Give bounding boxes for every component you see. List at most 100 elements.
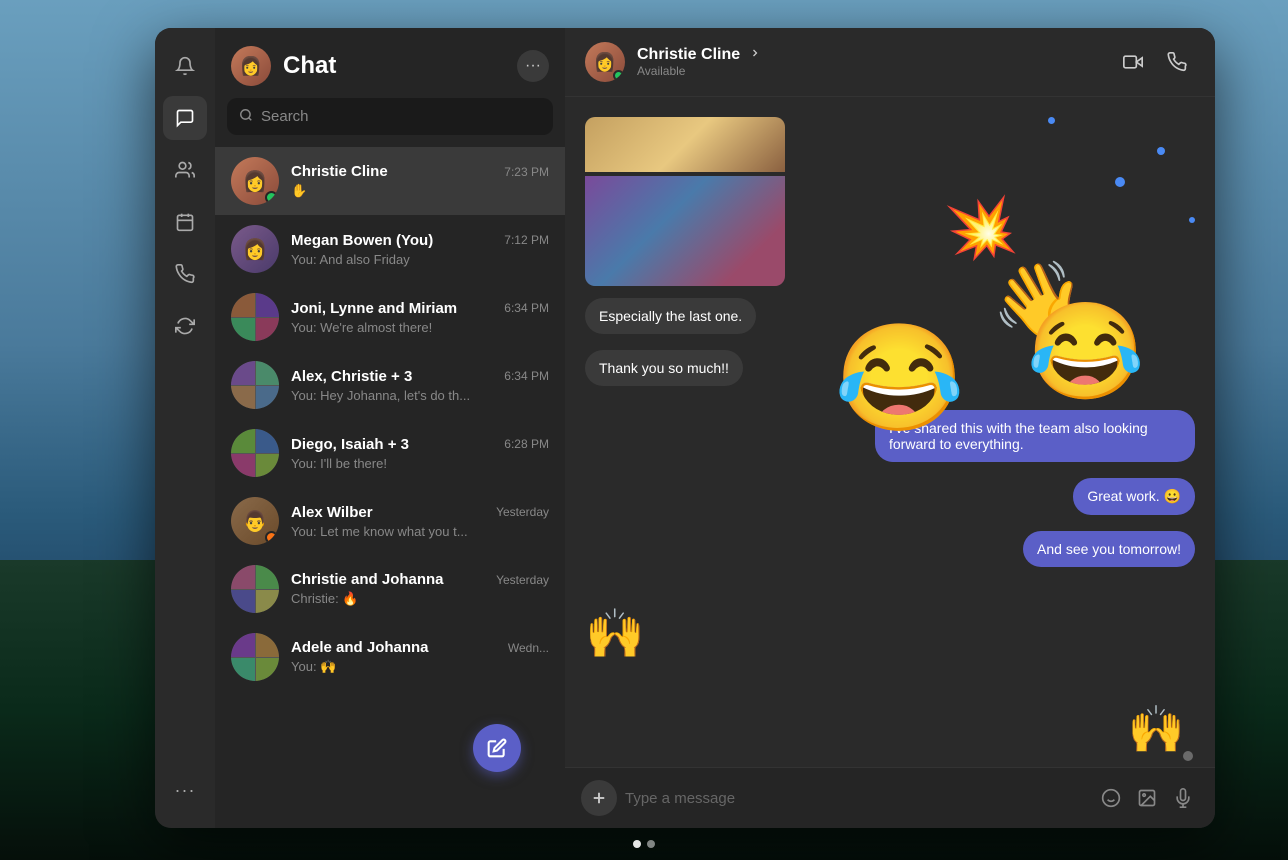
microphone-button[interactable] bbox=[1167, 782, 1199, 814]
chat-preview: You: I'll be there! bbox=[291, 456, 549, 471]
chat-time: 6:28 PM bbox=[504, 437, 549, 451]
message-bubble-wrapper: And see you tomorrow! bbox=[1023, 531, 1195, 575]
chat-time: 6:34 PM bbox=[504, 301, 549, 315]
input-actions bbox=[1095, 782, 1199, 814]
chat-info: Christie and Johanna Yesterday Christie:… bbox=[291, 571, 549, 607]
message-bubble-wrapper: I've shared this with the team also look… bbox=[875, 410, 1195, 470]
online-indicator bbox=[613, 70, 624, 81]
chat-preview: You: We're almost there! bbox=[291, 320, 549, 335]
chat-info: Alex Wilber Yesterday You: Let me know w… bbox=[291, 504, 549, 539]
message-input[interactable] bbox=[625, 782, 1087, 815]
wave-mini-emoji: 🙌 bbox=[1128, 702, 1185, 757]
search-icon bbox=[239, 108, 253, 125]
indicator-dot-active bbox=[633, 840, 641, 848]
indicator-dot-small bbox=[1183, 751, 1193, 761]
chat-window: 👩 Christie Cline Available bbox=[565, 28, 1215, 828]
bottom-indicator bbox=[633, 840, 655, 848]
chat-preview: Christie: 🔥 bbox=[291, 591, 549, 607]
message-bubble-wrapper: Especially the last one. bbox=[585, 298, 756, 342]
image-top bbox=[585, 117, 785, 172]
chat-header-avatar: 👩 bbox=[585, 42, 625, 82]
sidebar-item-calendar[interactable] bbox=[163, 200, 207, 244]
chat-preview: You: Hey Johanna, let's do th... bbox=[291, 388, 549, 403]
chat-preview: ✋ bbox=[291, 183, 549, 199]
app-window: ··· 👩 Chat ··· 👩 bbox=[155, 28, 1215, 828]
list-item[interactable]: Alex, Christie + 3 6:34 PM You: Hey Joha… bbox=[215, 351, 565, 419]
message-bubble-wrapper: Thank you so much!! bbox=[585, 350, 743, 394]
sidebar-item-phone[interactable] bbox=[163, 252, 207, 296]
avatar: 👩 bbox=[231, 225, 279, 273]
list-item[interactable]: 👩 Christie Cline 7:23 PM ✋ bbox=[215, 147, 565, 215]
chat-name: Adele and Johanna bbox=[291, 639, 429, 656]
add-attachment-button[interactable] bbox=[581, 780, 617, 816]
sidebar-item-more[interactable]: ··· bbox=[163, 768, 207, 812]
chat-name: Christie and Johanna bbox=[291, 571, 444, 588]
image-bottom bbox=[585, 176, 785, 286]
message-bubble: Especially the last one. bbox=[585, 298, 756, 334]
emoji-reaction: 🙌 bbox=[585, 605, 645, 662]
search-bar[interactable] bbox=[227, 98, 553, 135]
messages-column: Especially the last one. Thank you so mu… bbox=[585, 117, 1195, 662]
chat-list-panel: 👩 Chat ··· 👩 bbox=[215, 28, 565, 828]
chat-header: 👩 Christie Cline Available bbox=[565, 28, 1215, 97]
sidebar-item-bell[interactable] bbox=[163, 44, 207, 88]
chat-preview: You: Let me know what you t... bbox=[291, 524, 549, 539]
list-item[interactable]: Diego, Isaiah + 3 6:28 PM You: I'll be t… bbox=[215, 419, 565, 487]
chat-name: Alex Wilber bbox=[291, 504, 373, 521]
page-title: Chat bbox=[283, 52, 505, 80]
message-bubble: Thank you so much!! bbox=[585, 350, 743, 386]
avatar bbox=[231, 565, 279, 613]
list-item[interactable]: Christie and Johanna Yesterday Christie:… bbox=[215, 555, 565, 623]
chat-header-status: Available bbox=[637, 64, 1103, 78]
list-item[interactable]: 👨 Alex Wilber Yesterday You: Let me know… bbox=[215, 487, 565, 555]
list-item[interactable]: 👩 Megan Bowen (You) 7:12 PM You: And als… bbox=[215, 215, 565, 283]
avatar: 👨 bbox=[231, 497, 279, 545]
more-options-button[interactable]: ··· bbox=[517, 50, 549, 82]
chat-time: 7:23 PM bbox=[504, 165, 549, 179]
message-bubble-wrapper: Great work. 😀 bbox=[1073, 478, 1195, 523]
chat-info: Diego, Isaiah + 3 6:28 PM You: I'll be t… bbox=[291, 436, 549, 471]
chat-info: Christie Cline 7:23 PM ✋ bbox=[291, 163, 549, 199]
chat-header-name[interactable]: Christie Cline bbox=[637, 46, 1103, 64]
chat-list-header: 👩 Chat ··· bbox=[215, 28, 565, 98]
chat-preview: You: 🙌 bbox=[291, 659, 549, 675]
sidebar-item-chat[interactable] bbox=[163, 96, 207, 140]
chat-time: Yesterday bbox=[496, 573, 549, 587]
search-input[interactable] bbox=[261, 108, 541, 125]
online-indicator bbox=[265, 191, 278, 204]
orange-dot bbox=[265, 531, 278, 544]
list-item[interactable]: Joni, Lynne and Miriam 6:34 PM You: We'r… bbox=[215, 283, 565, 351]
chat-time: Wedn... bbox=[508, 641, 549, 655]
message-text: And see you tomorrow! bbox=[1037, 541, 1181, 557]
emoji-button[interactable] bbox=[1095, 782, 1127, 814]
message-text: Great work. 😀 bbox=[1087, 488, 1181, 504]
avatar bbox=[231, 293, 279, 341]
list-item[interactable]: Adele and Johanna Wedn... You: 🙌 bbox=[215, 623, 565, 691]
message-bubble-sent: Great work. 😀 bbox=[1073, 478, 1195, 515]
phone-call-button[interactable] bbox=[1159, 44, 1195, 80]
sidebar-item-loop[interactable] bbox=[163, 304, 207, 348]
sidebar-nav: ··· bbox=[155, 28, 215, 828]
chat-info: Adele and Johanna Wedn... You: 🙌 bbox=[291, 639, 549, 675]
chat-name: Megan Bowen (You) bbox=[291, 232, 433, 249]
avatar: 👩 bbox=[231, 157, 279, 205]
more-dots-icon: ··· bbox=[525, 57, 541, 75]
sidebar-item-people[interactable] bbox=[163, 148, 207, 192]
chat-time: 6:34 PM bbox=[504, 369, 549, 383]
more-dots: ··· bbox=[175, 780, 196, 801]
chat-header-actions bbox=[1115, 44, 1195, 80]
avatar bbox=[231, 429, 279, 477]
image-upload-button[interactable] bbox=[1131, 782, 1163, 814]
message-bubble-sent: And see you tomorrow! bbox=[1023, 531, 1195, 567]
wave-emoji: 🙌 bbox=[585, 608, 645, 661]
message-text: Thank you so much!! bbox=[599, 360, 729, 376]
video-call-button[interactable] bbox=[1115, 44, 1151, 80]
compose-button[interactable] bbox=[473, 724, 521, 772]
message-text: I've shared this with the team also look… bbox=[889, 420, 1148, 452]
messages-area[interactable]: Especially the last one. Thank you so mu… bbox=[565, 97, 1215, 767]
chat-time: Yesterday bbox=[496, 505, 549, 519]
image-message bbox=[585, 117, 785, 286]
chat-preview: You: And also Friday bbox=[291, 252, 549, 267]
chat-name: Diego, Isaiah + 3 bbox=[291, 436, 409, 453]
avatar bbox=[231, 633, 279, 681]
